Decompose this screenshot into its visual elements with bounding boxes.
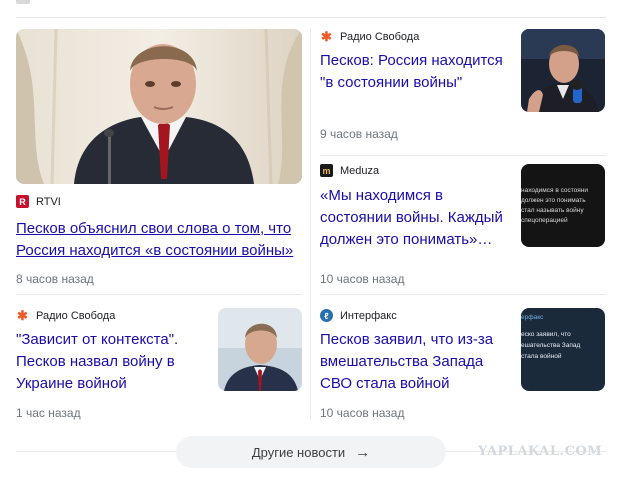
source-name: Радио Свобода [340,30,420,43]
more-news-button[interactable]: Другие новости → [176,436,446,468]
thumb-text: стала войной [521,353,562,360]
news-title[interactable]: Песков заявил, что из-за вмешательства З… [320,329,493,395]
news-image-big[interactable] [16,29,302,184]
news-thumbnail[interactable] [218,308,302,391]
source-name: Meduza [340,164,380,177]
news-thumbnail[interactable] [521,29,605,112]
title-line[interactable]: «Мы находимся в [320,185,503,207]
person-photo [16,29,302,184]
source-name: RTVI [36,195,61,208]
news-title[interactable]: Песков объяснил свои слова о том, что Ро… [16,218,293,262]
title-line[interactable]: "в состоянии войны" [320,72,503,94]
thumb-text: находимся в состояни [521,187,589,194]
news-source: ✱ Радио Свобода [16,307,116,323]
news-title[interactable]: "Зависит от контекста". Песков назвал во… [16,329,178,395]
meduza-icon: m [320,164,333,177]
thumb-text: ешательства Запад [521,342,581,349]
top-divider [16,0,606,18]
person-photo [521,29,605,112]
row-divider [320,294,606,295]
news-thumbnail[interactable]: ерфакс еско заявил, что ешательства Запа… [521,308,605,391]
rtvi-icon: R [16,195,29,208]
news-time: 8 часов назад [16,272,94,286]
news-time: 9 часов назад [320,127,398,141]
news-source: ✱ Радио Свобода [320,28,420,44]
title-line[interactable]: Песков назвал войну в [16,351,178,373]
arrow-right-icon: → [355,443,371,461]
title-line[interactable]: Песков заявил, что из-за [320,329,493,351]
news-time: 1 час назад [16,406,81,420]
title-line[interactable]: состоянии войны. Каждый [320,207,503,229]
news-title[interactable]: «Мы находимся в состоянии войны. Каждый … [320,185,503,251]
source-name: Радио Свобода [36,309,116,322]
thumb-text: еско заявил, что [521,331,571,338]
thumb-text: ерфакс [521,314,544,321]
news-source: m Meduza [320,164,379,177]
thumb-text: стал называть войну [521,207,584,214]
news-thumbnail[interactable]: находимся в состояни должен это понимать… [521,164,605,247]
title-line[interactable]: Песков: Россия находится [320,50,503,72]
title-line[interactable]: Песков объяснил свои слова о том, что [16,218,293,240]
title-line[interactable]: СВО стала войной [320,373,493,395]
news-source: ℓ Интерфакс [320,309,397,322]
collapse-handle[interactable] [16,0,30,4]
person-photo [218,308,302,391]
news-time: 10 часов назад [320,272,405,286]
more-news-label[interactable]: Другие новости [252,445,345,460]
news-title[interactable]: Песков: Россия находится "в состоянии во… [320,50,503,94]
title-line[interactable]: вмешательства Запада [320,351,493,373]
thumb-text: спецоперацией [521,217,568,224]
thumb-text: должен это понимать [521,197,586,204]
svoboda-icon: ✱ [321,28,332,44]
column-divider [310,28,311,420]
title-line[interactable]: "Зависит от контекста". [16,329,178,351]
row-divider [320,155,606,156]
svoboda-icon: ✱ [17,307,28,323]
watermark: YAPLAKAL.COM [478,444,603,459]
title-line[interactable]: должен это понимать»… [320,229,503,251]
interfax-icon: ℓ [320,309,333,322]
title-line[interactable]: Россия находится «в состоянии войны» [16,240,293,262]
news-source: R RTVI [16,195,61,208]
title-line[interactable]: Украине войной [16,373,178,395]
row-divider [16,294,302,295]
source-name: Интерфакс [340,309,397,322]
news-time: 10 часов назад [320,406,405,420]
